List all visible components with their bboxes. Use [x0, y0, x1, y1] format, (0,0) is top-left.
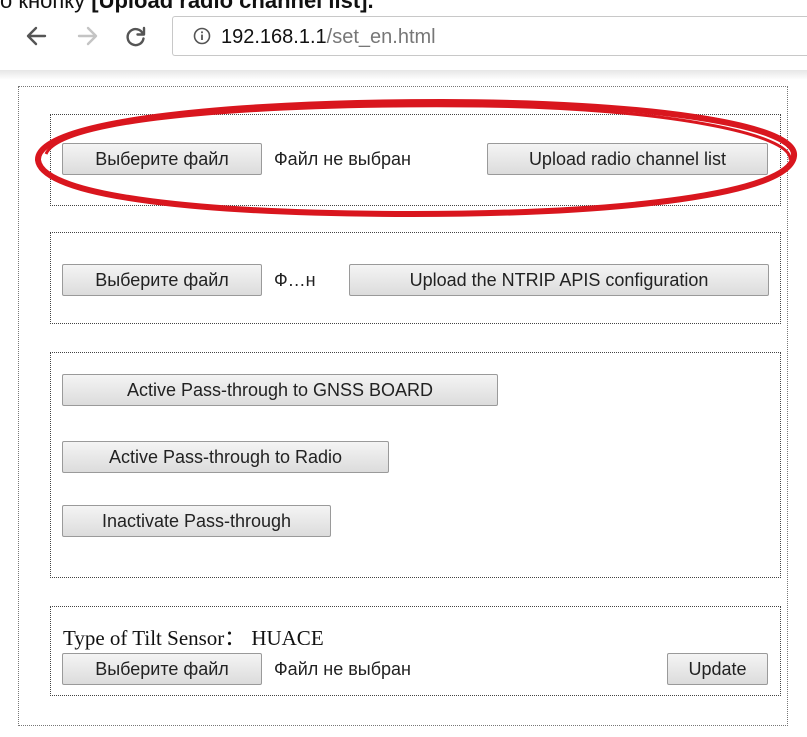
choose-file-button-ntrip[interactable]: Выберите файл [62, 264, 262, 296]
reload-icon [126, 26, 146, 47]
active-passthrough-radio-button[interactable]: Active Pass-through to Radio [62, 441, 389, 473]
inactivate-passthrough-button[interactable]: Inactivate Pass-through [62, 505, 331, 537]
caption-bold: [Upload radio channel list] [91, 0, 368, 13]
url-path: /set_en.html [326, 26, 436, 48]
url-host: 192.168.1.1 [221, 26, 327, 48]
tilt-sensor-type-label: Type of Tilt Sensor： [63, 626, 246, 650]
back-button[interactable] [22, 22, 50, 50]
active-passthrough-gnss-button[interactable]: Active Pass-through to GNSS BOARD [62, 374, 498, 406]
file-status-tilt: Файл не выбран [274, 659, 411, 679]
caption-suffix: . [367, 0, 374, 13]
upload-ntrip-config-button[interactable]: Upload the NTRIP APIS configuration [349, 264, 769, 296]
caption-prefix: о кнопку [0, 0, 92, 13]
forward-button[interactable] [74, 22, 102, 50]
back-arrow-icon [26, 26, 47, 46]
forward-arrow-icon [77, 26, 98, 46]
choose-file-button-tilt[interactable]: Выберите файл [62, 653, 262, 685]
reload-button[interactable] [122, 22, 150, 50]
address-bar[interactable]: 192.168.1.1/set_en.html [172, 16, 807, 56]
update-button[interactable]: Update [667, 653, 768, 685]
upload-radio-channel-list-button[interactable]: Upload radio channel list [487, 143, 768, 175]
tilt-sensor-type: Type of Tilt Sensor： HUACE [63, 622, 324, 652]
url-text: 192.168.1.1/set_en.html [221, 26, 436, 48]
browser-toolbar: 192.168.1.1/set_en.html [0, 14, 807, 80]
choose-file-button-radio[interactable]: Выберите файл [62, 143, 262, 175]
file-status-radio: Файл не выбран [274, 149, 411, 169]
file-status-ntrip: Ф…н [274, 270, 316, 290]
info-icon [193, 27, 211, 45]
tilt-sensor-type-value: HUACE [251, 626, 324, 650]
toolbar-divider [0, 70, 807, 80]
document-caption: о кнопку [Upload radio channel list]. [0, 0, 807, 14]
